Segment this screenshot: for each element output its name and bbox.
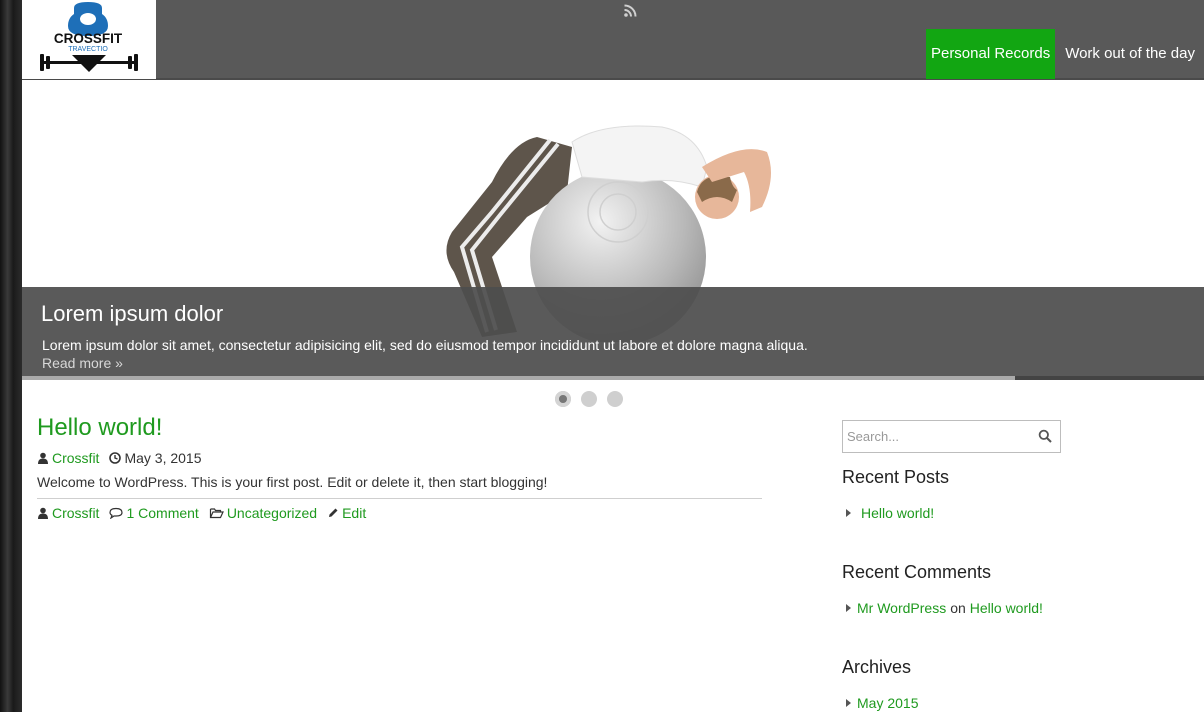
recent-post-link[interactable]: Hello world! bbox=[861, 505, 934, 521]
post-footer-meta: Crossfit 1 Comment Uncategorized Edit bbox=[37, 505, 762, 521]
post-title-link[interactable]: Hello world! bbox=[37, 414, 762, 442]
archive-item: May 2015 bbox=[842, 695, 1082, 711]
recent-comments-title: Recent Comments bbox=[842, 562, 992, 582]
crossfit-logo-icon: CROSSFIT TRAVECTIO bbox=[40, 2, 138, 72]
recent-comment-item: Mr WordPress on Hello world! bbox=[842, 600, 1082, 616]
post-body: Welcome to WordPress. This is your first… bbox=[37, 474, 548, 490]
post-article: Hello world! Crossfit May 3, 2015 Welcom… bbox=[37, 414, 762, 521]
sidebar: Recent Posts Hello world! Recent Comment… bbox=[842, 420, 1082, 711]
slide-progress-fill bbox=[22, 376, 1015, 380]
comment-icon bbox=[109, 507, 124, 519]
search-input[interactable] bbox=[843, 421, 1023, 452]
nav-work-out-of-the-day[interactable]: Work out of the day bbox=[1055, 29, 1204, 79]
search-form bbox=[842, 420, 1061, 453]
post-edit-link[interactable]: Edit bbox=[342, 505, 366, 521]
page-background bbox=[0, 0, 22, 712]
slide-caption: Lorem ipsum dolor Lorem ipsum dolor sit … bbox=[22, 287, 1204, 380]
caret-right-icon bbox=[846, 509, 851, 517]
slide-dot-3[interactable] bbox=[607, 391, 623, 407]
comment-author-link[interactable]: Mr WordPress bbox=[857, 600, 946, 616]
site-logo[interactable]: CROSSFIT TRAVECTIO bbox=[22, 0, 156, 79]
folder-open-icon bbox=[209, 508, 224, 519]
slide-text: Lorem ipsum dolor sit amet, consectetur … bbox=[42, 337, 808, 353]
site-header: CROSSFIT TRAVECTIO Personal Records Work… bbox=[22, 0, 1204, 80]
logo-title: CROSSFIT bbox=[54, 31, 123, 46]
post-author-link[interactable]: Crossfit bbox=[52, 450, 99, 466]
nav-personal-records[interactable]: Personal Records bbox=[925, 29, 1056, 79]
slide-dot-2[interactable] bbox=[581, 391, 597, 407]
slide-title: Lorem ipsum dolor bbox=[41, 301, 224, 326]
caret-right-icon bbox=[846, 604, 851, 612]
clock-icon bbox=[109, 452, 122, 464]
slide-progress-bar bbox=[22, 376, 1204, 380]
slider-pagination bbox=[555, 391, 623, 407]
rss-icon[interactable] bbox=[623, 4, 637, 18]
archives-title: Archives bbox=[842, 657, 912, 677]
logo-subtitle: TRAVECTIO bbox=[68, 46, 108, 53]
hero-slider: Lorem ipsum dolor Lorem ipsum dolor sit … bbox=[22, 82, 1204, 380]
post-footer-author-link[interactable]: Crossfit bbox=[52, 505, 99, 521]
caret-right-icon bbox=[846, 699, 851, 707]
comment-on-text: on bbox=[950, 600, 966, 616]
search-icon[interactable] bbox=[1038, 429, 1052, 443]
main-nav: Personal Records Work out of the day bbox=[925, 29, 1204, 79]
post-divider bbox=[37, 498, 762, 499]
user-icon bbox=[38, 507, 48, 519]
user-icon bbox=[38, 452, 48, 464]
slide-read-more-link[interactable]: Read more » bbox=[42, 355, 123, 371]
pencil-icon bbox=[329, 508, 338, 517]
post-date: May 3, 2015 bbox=[124, 450, 202, 466]
post-category-link[interactable]: Uncategorized bbox=[227, 505, 317, 521]
comment-post-link[interactable]: Hello world! bbox=[970, 600, 1043, 616]
recent-post-item: Hello world! bbox=[842, 505, 1082, 521]
post-comments-link[interactable]: 1 Comment bbox=[126, 505, 198, 521]
archive-link[interactable]: May 2015 bbox=[857, 695, 918, 711]
recent-posts-title: Recent Posts bbox=[842, 467, 950, 487]
post-meta: Crossfit May 3, 2015 bbox=[37, 450, 762, 466]
slide-dot-1[interactable] bbox=[555, 391, 571, 407]
